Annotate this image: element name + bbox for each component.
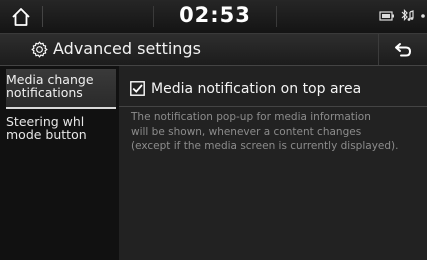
status-bar: 02:53 <box>0 0 427 34</box>
back-button[interactable] <box>378 34 427 65</box>
sidebar: Media change notifications Steering whl … <box>0 66 119 260</box>
gear-icon <box>31 41 48 58</box>
checkbox-checked-icon[interactable] <box>130 81 145 96</box>
divider <box>153 6 154 27</box>
bluetooth-audio-icon <box>401 9 414 21</box>
sidebar-item-media-change-notifications[interactable]: Media change notifications <box>6 69 116 109</box>
description-line: The notification pop-up for media inform… <box>131 111 371 123</box>
divider <box>42 6 43 27</box>
media-notification-option[interactable]: Media notification on top area <box>119 74 427 107</box>
title-bar: Advanced settings <box>0 34 427 66</box>
status-icons <box>379 9 425 23</box>
description-line: (except if the media screen is currently… <box>131 140 399 152</box>
status-dot-icon <box>421 14 425 18</box>
settings-panel: Media notification on top area The notif… <box>119 66 427 260</box>
media-icon <box>379 11 394 21</box>
sidebar-item-label: notifications <box>6 85 83 100</box>
divider <box>276 6 277 27</box>
page-title: Advanced settings <box>53 39 201 58</box>
description-line: will be shown, whenever a content change… <box>131 125 362 138</box>
sidebar-item-label: mode button <box>6 127 87 142</box>
back-arrow-icon <box>395 42 412 56</box>
option-label: Media notification on top area <box>151 81 362 97</box>
option-description: The notification pop-up for media inform… <box>131 110 425 154</box>
clock: 02:53 <box>179 3 251 27</box>
home-icon <box>12 7 30 26</box>
sidebar-item-steering-whl-mode-button[interactable]: Steering whl mode button <box>6 111 116 151</box>
home-button[interactable] <box>0 0 42 33</box>
